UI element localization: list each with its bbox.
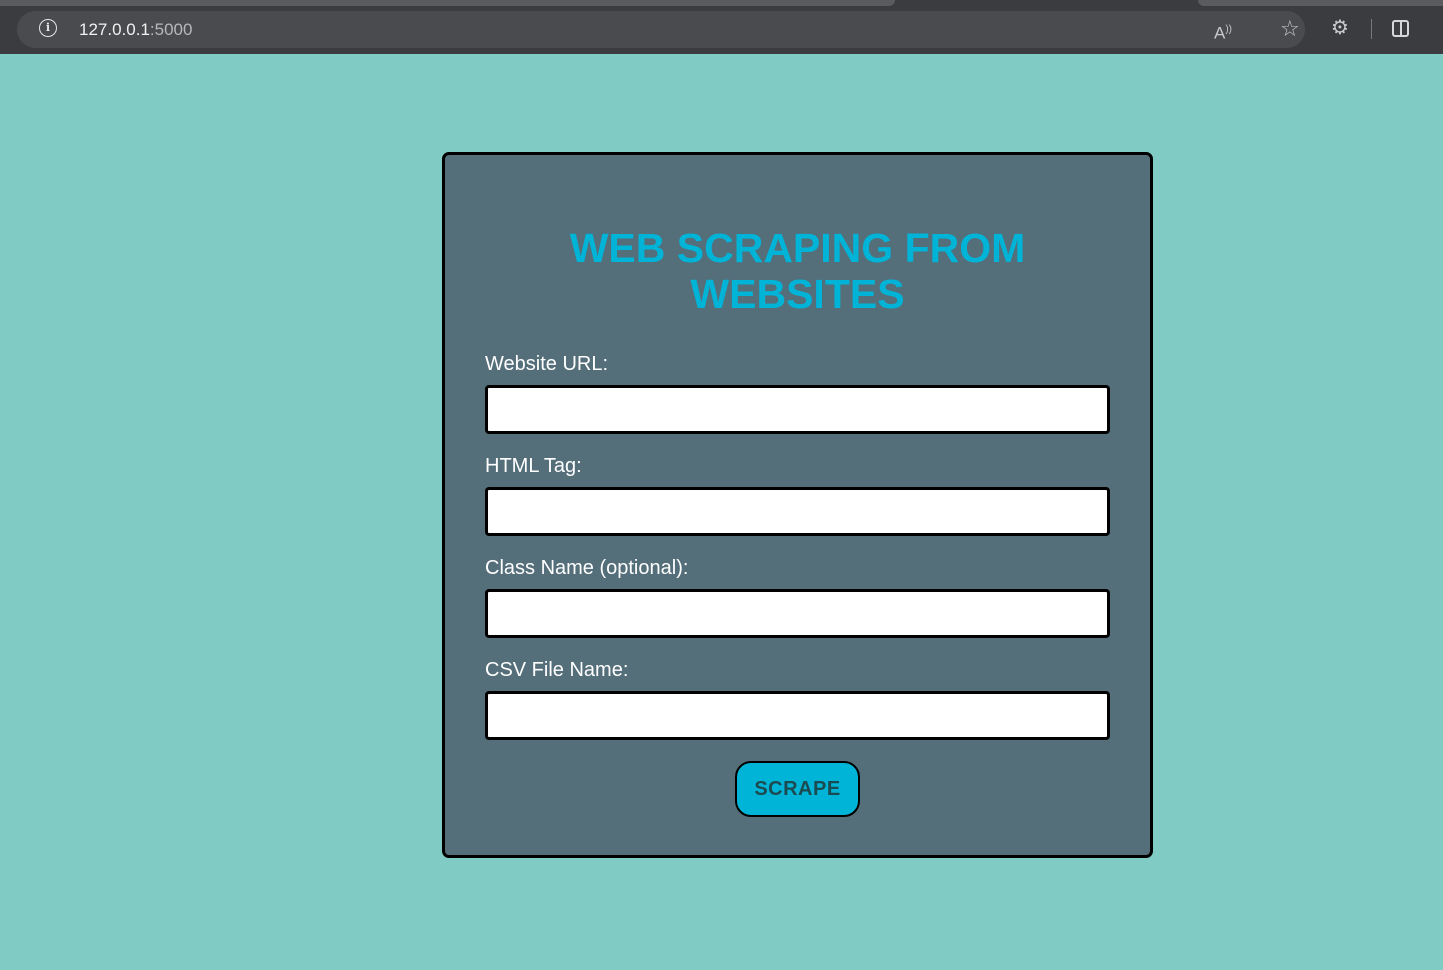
url-host: 127.0.0.1 xyxy=(79,20,150,39)
csv-file-name-label: CSV File Name: xyxy=(485,659,629,681)
scrape-button[interactable]: SCRAPE xyxy=(735,761,860,817)
title-line-2: WEBSITES xyxy=(690,271,905,317)
split-screen-icon[interactable] xyxy=(1392,20,1409,37)
scrape-form-card: WEB SCRAPING FROM WEBSITES Website URL: … xyxy=(442,152,1153,858)
tab-strip-edge-right xyxy=(1198,0,1443,6)
title-line-1: WEB SCRAPING FROM xyxy=(569,225,1026,271)
favorite-star-icon[interactable]: ☆ xyxy=(1280,18,1300,40)
read-aloud-icon[interactable]: A)) xyxy=(1214,20,1232,44)
tab-strip-edge xyxy=(0,0,895,6)
csv-file-name-input[interactable] xyxy=(485,691,1110,740)
class-name-input[interactable] xyxy=(485,589,1110,638)
website-url-label: Website URL: xyxy=(485,353,609,375)
toolbar-divider xyxy=(1371,19,1372,39)
extensions-icon[interactable]: ⚙ xyxy=(1331,18,1349,38)
page-title: WEB SCRAPING FROM WEBSITES xyxy=(445,225,1150,317)
address-url[interactable]: 127.0.0.1:5000 xyxy=(79,20,192,40)
website-url-input[interactable] xyxy=(485,385,1110,434)
url-port: :5000 xyxy=(149,20,193,39)
browser-toolbar: i 127.0.0.1:5000 A)) ☆ ⚙ xyxy=(0,0,1443,54)
class-name-label: Class Name (optional): xyxy=(485,557,689,579)
info-icon[interactable]: i xyxy=(39,19,57,37)
address-bar[interactable]: i 127.0.0.1:5000 A)) ☆ xyxy=(17,11,1305,48)
html-tag-input[interactable] xyxy=(485,487,1110,536)
html-tag-label: HTML Tag: xyxy=(485,455,582,477)
